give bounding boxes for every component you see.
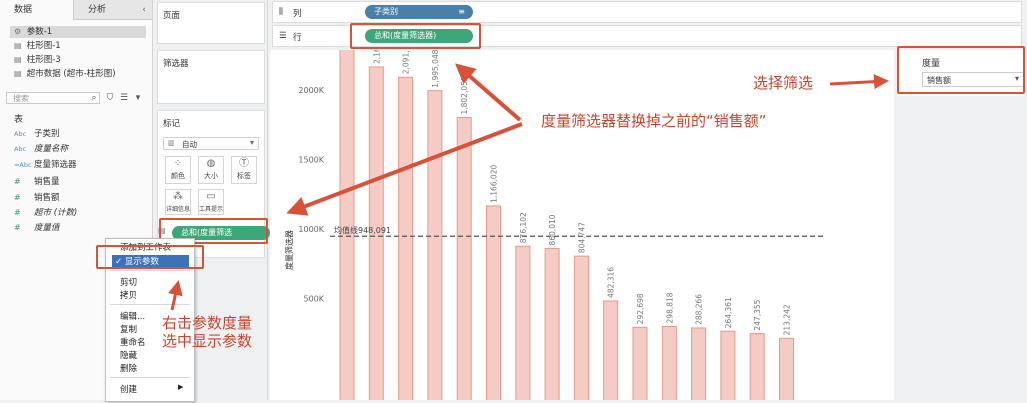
arrow-to-show-parameter <box>168 280 183 311</box>
arrow-to-parameter <box>829 74 889 90</box>
annotation-select-filter: 选择筛选 <box>753 74 814 92</box>
arrow-to-marks-pill <box>286 122 523 216</box>
annotation-replace-note: 度量筛选器替换掉之前的“销售额” <box>541 112 767 130</box>
arrow-to-rows-pill <box>454 63 522 122</box>
annotation-right-click-2: 选中显示参数 <box>162 332 253 350</box>
annotation-arrows <box>168 63 889 311</box>
